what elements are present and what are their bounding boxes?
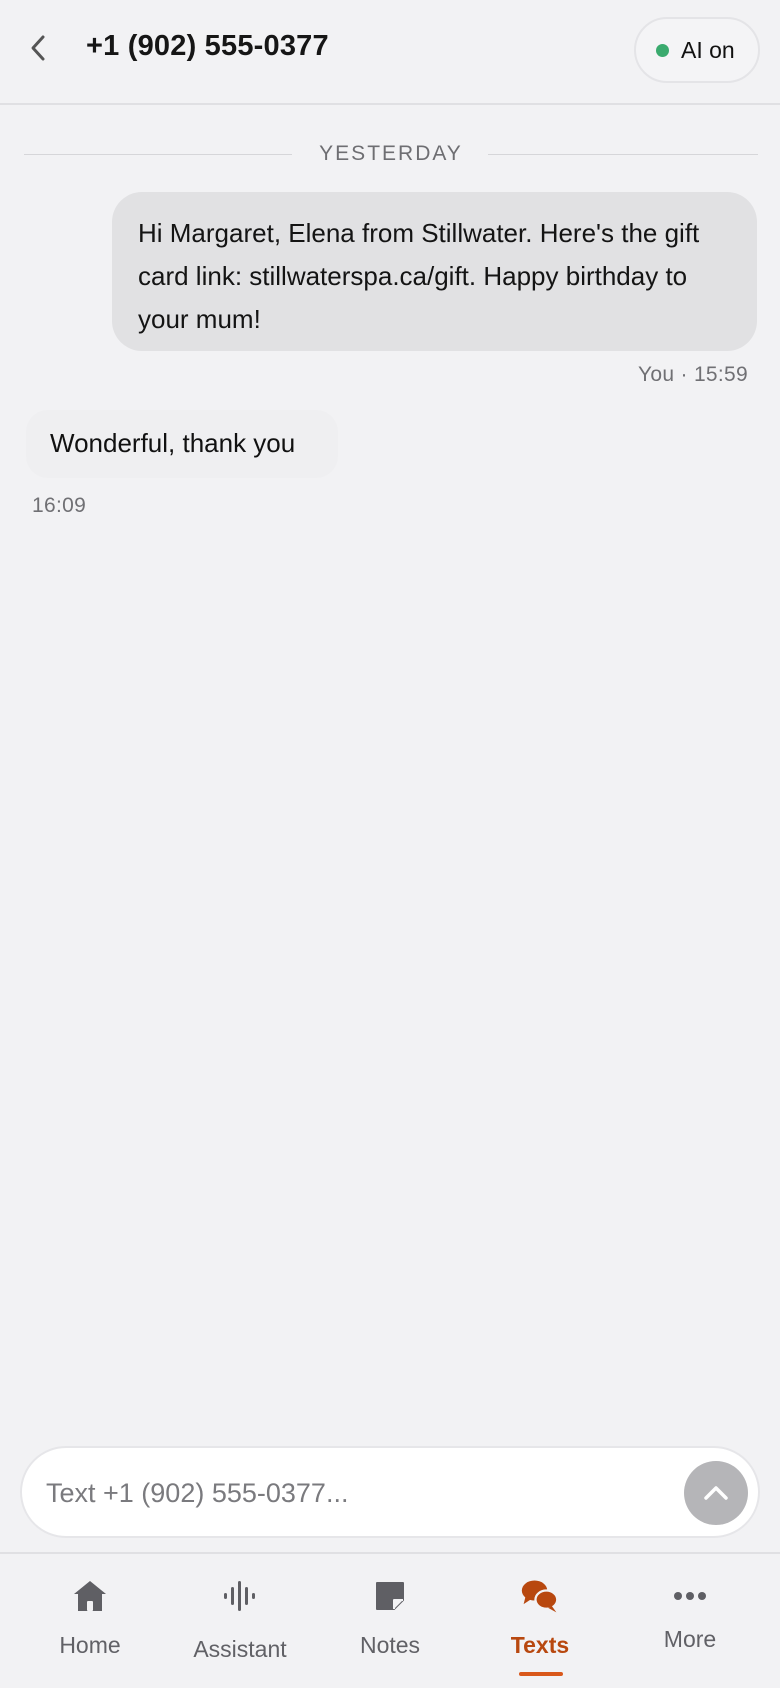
status-dot-icon: [656, 43, 669, 57]
incoming-message-time: 16:09: [32, 494, 87, 517]
message-input[interactable]: [46, 1468, 646, 1518]
nav-label: Texts: [510, 1632, 570, 1658]
nav-item-more[interactable]: More: [615, 1554, 765, 1688]
day-divider: YESTERDAY: [24, 140, 758, 170]
active-tab-indicator: [519, 1672, 563, 1676]
nav-label: Notes: [359, 1632, 421, 1658]
ai-status-label: AI on: [681, 36, 735, 63]
nav-item-home[interactable]: Home: [15, 1554, 165, 1688]
nav-label: Home: [59, 1632, 121, 1658]
incoming-message-bubble[interactable]: Wonderful, thank you: [26, 410, 338, 478]
nav-label: More: [663, 1626, 717, 1652]
ai-status-toggle[interactable]: AI on: [634, 17, 760, 83]
chevron-left-icon: [31, 35, 45, 61]
outgoing-message-bubble[interactable]: Hi Margaret, Elena from Stillwater. Here…: [112, 192, 757, 351]
back-button[interactable]: [18, 28, 58, 68]
bottom-navigation: Home Assistant Notes Texts More: [0, 1552, 780, 1688]
nav-label: Assistant: [193, 1636, 287, 1662]
more-dots-icon: [670, 1576, 710, 1616]
outgoing-message-meta: You · 15:59: [638, 363, 748, 386]
divider-line: [488, 154, 758, 155]
conversation-header: +1 (902) 555-0377 AI on: [0, 0, 780, 105]
nav-item-assistant[interactable]: Assistant: [165, 1554, 315, 1688]
chevron-up-icon: [704, 1486, 728, 1500]
home-icon: [70, 1576, 110, 1616]
message-composer: [20, 1446, 760, 1538]
nav-item-notes[interactable]: Notes: [315, 1554, 465, 1688]
texts-conversation-screen: +1 (902) 555-0377 AI on YESTERDAY Hi Mar…: [0, 0, 780, 1688]
contact-phone-title: +1 (902) 555-0377: [86, 30, 329, 62]
chat-bubbles-icon: [520, 1576, 560, 1616]
note-icon: [370, 1576, 410, 1616]
send-button[interactable]: [684, 1461, 748, 1525]
waveform-icon: [220, 1576, 260, 1616]
nav-item-texts[interactable]: Texts: [465, 1554, 615, 1688]
